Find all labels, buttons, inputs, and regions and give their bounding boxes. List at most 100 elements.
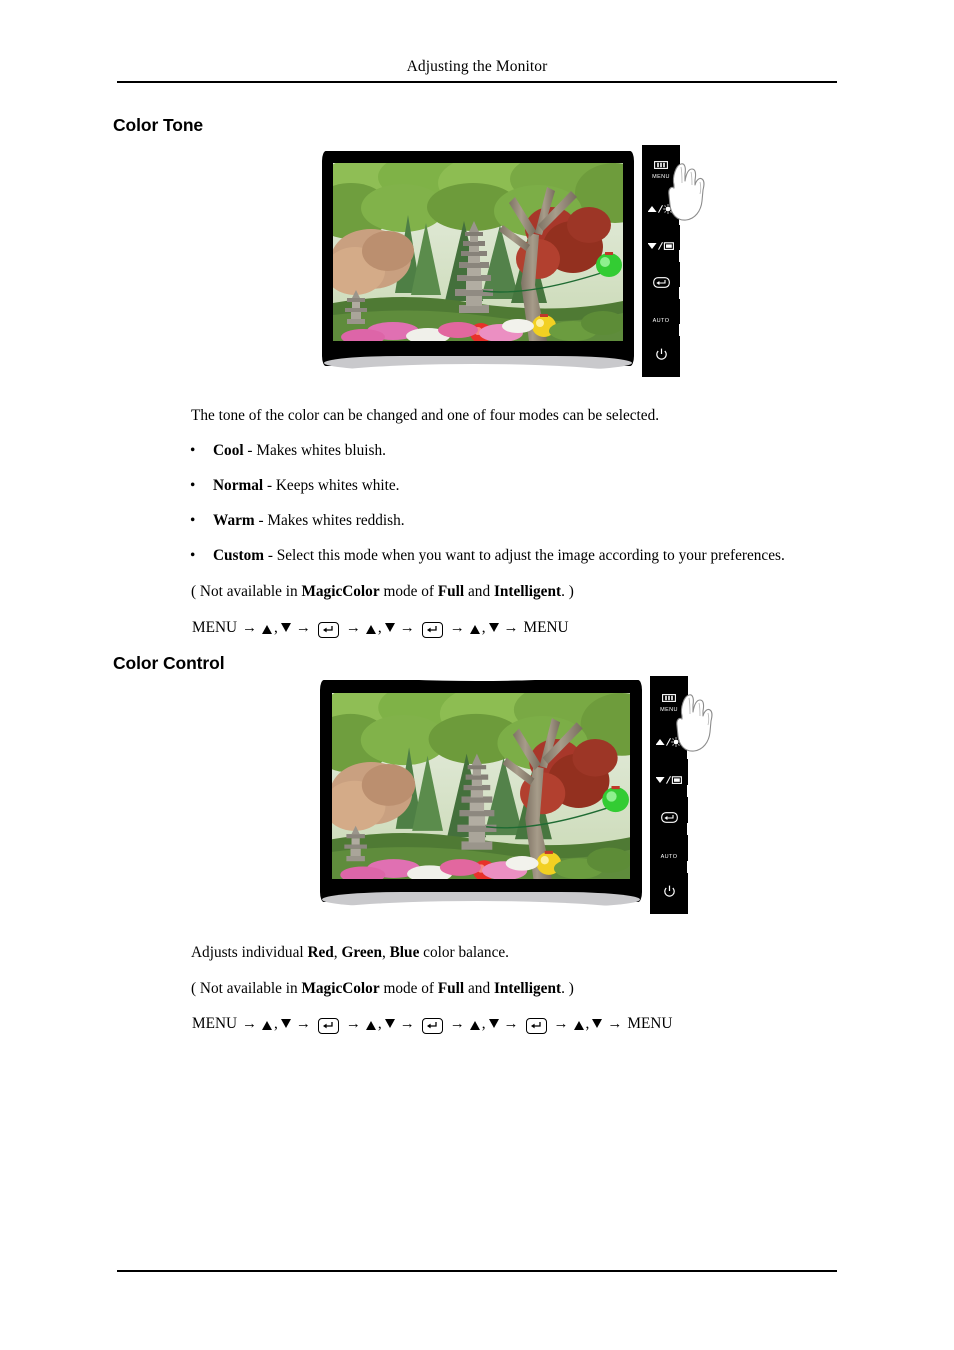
arrow-icon: → xyxy=(345,619,361,636)
nav-comma: , xyxy=(481,619,486,636)
power-icon xyxy=(663,885,676,903)
availability-note-color-control: ( Not available in MagicColor mode of Fu… xyxy=(191,979,574,998)
arrow-icon: → xyxy=(345,1015,361,1032)
note-prefix: ( Not available in xyxy=(191,980,302,997)
panel-notch xyxy=(687,823,697,835)
triangle-down-icon xyxy=(488,1018,499,1028)
up-brightness-icon xyxy=(647,201,674,219)
control-button-up-brightness[interactable] xyxy=(650,734,688,752)
nav-comma: , xyxy=(377,1015,382,1032)
list-item-desc: - Makes whites bluish. xyxy=(243,442,386,459)
triangle-down-icon xyxy=(488,622,499,632)
triangle-up-icon xyxy=(262,624,273,634)
triangle-down-icon xyxy=(384,1018,395,1028)
control-button-power[interactable] xyxy=(642,347,680,367)
intro-paragraph-color-tone: The tone of the color can be changed and… xyxy=(191,407,660,424)
intro-red: Red xyxy=(307,944,334,961)
arrow-icon: → xyxy=(295,619,311,636)
panel-notch xyxy=(687,861,697,873)
note-mid2: and xyxy=(464,980,494,997)
power-icon xyxy=(655,348,668,366)
menu-bars-icon xyxy=(654,156,668,174)
control-button-enter[interactable] xyxy=(650,810,688,828)
control-button-menu[interactable]: MENU xyxy=(650,686,688,716)
page-title-color-tone: Color Tone xyxy=(113,115,204,135)
bullet-marker: • xyxy=(190,442,196,459)
enter-icon xyxy=(660,810,678,828)
nav-comma: , xyxy=(274,619,278,636)
monitor-bottom-curve xyxy=(300,901,654,931)
arrow-icon: → xyxy=(399,619,415,636)
menu-bars-icon xyxy=(662,689,676,707)
note-suffix: . ) xyxy=(561,583,574,600)
nav-comma: , xyxy=(481,1015,486,1032)
footer-rule xyxy=(117,1270,837,1272)
up-brightness-icon xyxy=(655,734,682,752)
control-button-auto[interactable]: AUTO xyxy=(650,848,688,866)
panel-notch xyxy=(687,747,697,759)
panel-notch xyxy=(679,324,689,336)
list-item-term: Custom xyxy=(213,547,264,564)
control-button-power[interactable] xyxy=(650,884,688,904)
enter-icon xyxy=(652,275,670,293)
nav-menu-end: MENU xyxy=(627,1015,673,1032)
arrow-icon: → xyxy=(242,1015,258,1032)
arrow-icon: → xyxy=(607,1015,623,1032)
triangle-down-icon xyxy=(384,622,395,632)
note-intelligent: Intelligent xyxy=(493,980,562,997)
control-button-auto[interactable]: AUTO xyxy=(642,312,680,330)
triangle-up-icon xyxy=(469,1020,480,1030)
triangle-up-icon xyxy=(469,624,480,634)
header-rule xyxy=(117,81,837,83)
control-label-menu: MENU xyxy=(660,707,678,713)
bullet-marker: • xyxy=(190,547,196,564)
triangle-up-icon xyxy=(365,1020,376,1030)
control-button-enter[interactable] xyxy=(642,275,680,293)
list-item-desc: - Keeps whites white. xyxy=(263,477,400,494)
document-page: Adjusting the Monitor Color Tone MENU AU… xyxy=(0,0,954,1350)
triangle-up-icon xyxy=(262,1020,273,1030)
arrow-icon: → xyxy=(449,619,465,636)
panel-notch xyxy=(679,213,689,225)
control-label-auto: AUTO xyxy=(652,318,670,324)
intro-paragraph-color-control: Adjusts individual Red, Green, Blue colo… xyxy=(191,943,509,962)
triangle-up-icon xyxy=(573,1020,584,1030)
triangle-down-icon xyxy=(280,1018,291,1028)
control-button-menu[interactable]: MENU xyxy=(642,153,680,183)
control-button-up-brightness[interactable] xyxy=(642,201,680,219)
monitor-bottom-curve xyxy=(304,364,644,394)
note-mid2: and xyxy=(464,583,494,600)
note-full: Full xyxy=(437,583,465,600)
nav-comma: , xyxy=(585,1015,590,1032)
triangle-up-icon xyxy=(365,624,376,634)
panel-notch xyxy=(679,287,689,299)
note-magiccolor: MagicColor xyxy=(301,583,380,600)
intro-green: Green xyxy=(341,944,382,961)
control-button-down-source[interactable] xyxy=(650,772,688,790)
monitor-control-panel: MENU AUTO xyxy=(650,676,697,914)
note-suffix: . ) xyxy=(561,980,574,997)
page-title-color-control: Color Control xyxy=(113,653,225,673)
control-label-auto: AUTO xyxy=(660,854,678,860)
arrow-icon: → xyxy=(503,619,519,636)
nav-menu-start: MENU xyxy=(192,1015,238,1032)
list-item-term: Normal xyxy=(213,477,264,494)
nav-comma: , xyxy=(377,619,382,636)
menu-navigation-path-color-tone: MENU → , → → , → → , → MENU xyxy=(191,619,570,638)
down-source-icon xyxy=(655,772,682,790)
monitor-top-curve xyxy=(300,644,654,681)
monitor-screen xyxy=(332,693,630,879)
note-mid1: mode of xyxy=(379,980,438,997)
triangle-down-icon xyxy=(592,1018,603,1028)
control-button-down-source[interactable] xyxy=(642,238,680,256)
nav-menu-end: MENU xyxy=(523,619,569,636)
bullet-marker: • xyxy=(190,477,196,494)
intro-blue: Blue xyxy=(389,944,420,961)
list-item-desc: - Makes whites reddish. xyxy=(254,512,405,529)
monitor-screen xyxy=(333,163,623,341)
note-magiccolor: MagicColor xyxy=(301,980,380,997)
bullet-marker: • xyxy=(190,512,196,529)
enter-key-icon xyxy=(525,1018,547,1034)
note-mid1: mode of xyxy=(379,583,438,600)
arrow-icon: → xyxy=(503,1015,519,1032)
